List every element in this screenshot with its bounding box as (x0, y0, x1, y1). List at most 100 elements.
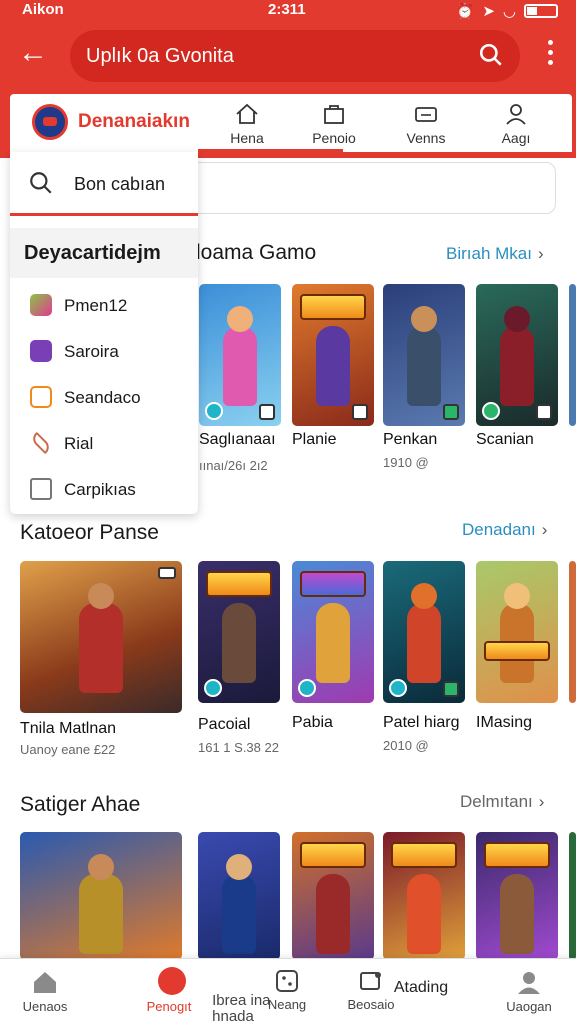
bottom-nav: Uenaos Penogıt Ibrea ina hnada Neang Beo… (0, 958, 576, 1024)
game-card-partial[interactable] (569, 284, 576, 426)
game-logo (484, 641, 550, 661)
game-card-partial[interactable] (569, 561, 576, 703)
secondary-search-field[interactable] (180, 162, 556, 214)
alarm-icon: ⏰ (455, 3, 475, 20)
verified-badge-icon (482, 402, 500, 420)
fire-icon[interactable] (158, 967, 186, 995)
game-card[interactable] (383, 284, 465, 426)
brand[interactable]: Denanaiakın (32, 104, 190, 140)
game-card-featured[interactable] (20, 832, 182, 960)
section-see-all-link[interactable]: Denadanı › (462, 520, 547, 540)
game-card[interactable] (476, 284, 558, 426)
grid-icon (276, 970, 298, 992)
game-title: IMasing (476, 714, 533, 731)
game-meta: 161 1 S.38 22 (198, 740, 279, 755)
tab-home[interactable]: Hena (207, 102, 287, 146)
brand-name: Denanaiakın (78, 111, 190, 132)
dropdown-item[interactable]: Seandaco (10, 374, 198, 420)
bottom-nav-home[interactable]: Uenaos (0, 969, 90, 1014)
game-character (316, 874, 350, 954)
more-vertical-icon[interactable] (548, 40, 554, 70)
game-card-featured[interactable] (20, 561, 182, 713)
wifi-icon: ◡ (502, 3, 516, 20)
game-character (407, 326, 441, 406)
section-title: Satiger Ahae (20, 793, 141, 816)
chevron-right-icon: › (538, 792, 545, 811)
chevron-right-icon: › (541, 520, 548, 539)
game-title: Saglıanaaı (199, 431, 276, 448)
game-logo (300, 842, 366, 868)
game-title: Scanian (476, 431, 534, 448)
chevron-right-icon: › (537, 244, 544, 263)
game-card[interactable] (292, 832, 374, 960)
rating-badge-icon (536, 404, 552, 420)
game-card[interactable] (199, 284, 281, 426)
back-arrow-icon[interactable]: ← (18, 38, 48, 68)
tab-label: Aagı (501, 130, 531, 146)
carrier-label: Aikon (22, 1, 64, 18)
pencil-icon (29, 431, 53, 455)
dropdown-item-label: Rial (64, 434, 94, 453)
game-title: Patel hiarg (383, 714, 460, 731)
dropdown-item-label: Carpikıas (64, 480, 136, 499)
game-card[interactable] (198, 832, 280, 960)
game-logo (300, 294, 366, 320)
section-title: loama Gamo (196, 241, 317, 264)
game-card[interactable] (198, 561, 280, 703)
ticket-icon (415, 107, 437, 122)
tab-events[interactable]: Venns (386, 102, 466, 146)
rating-badge-icon (443, 404, 459, 420)
search-icon[interactable] (478, 42, 504, 68)
dropdown-search[interactable]: Bon cabıan (10, 152, 198, 216)
dropdown-item[interactable]: Pmen12 (10, 282, 198, 328)
game-character (222, 874, 256, 954)
top-nav: Denanaiakın Hena Penoio Venns Aagı (10, 94, 572, 152)
rating-badge-icon (352, 404, 368, 420)
search-bar[interactable]: Uplık 0a Gvonita (70, 30, 520, 82)
game-card-partial[interactable] (569, 832, 576, 960)
game-logo (206, 571, 272, 597)
rating-badge-icon (259, 404, 275, 420)
game-card[interactable] (292, 284, 374, 426)
game-title: Penkan (383, 431, 438, 448)
bottom-nav-rating[interactable]: Atading (376, 979, 466, 997)
bottom-nav-profile[interactable]: Uaogan (484, 969, 574, 1014)
game-card[interactable] (292, 561, 374, 703)
store-icon (324, 105, 344, 124)
game-meta: Uanoy eane £22 (20, 742, 116, 757)
tab-store[interactable]: Penoio (294, 102, 374, 146)
bottom-nav-apps[interactable]: Neang (242, 969, 332, 1012)
user-icon (506, 104, 526, 125)
verified-badge-icon (298, 679, 316, 697)
game-character-head (227, 306, 253, 332)
game-meta: 2010 @ (383, 738, 429, 753)
game-card[interactable] (383, 832, 465, 960)
section-see-all-link[interactable]: Birıah Mkaı › (446, 244, 544, 264)
dropdown-item[interactable]: Saroira (10, 328, 198, 374)
tab-label: Hena (230, 130, 264, 146)
chat-icon (30, 340, 52, 362)
tab-account[interactable]: Aagı (476, 102, 556, 146)
dropdown-item[interactable]: Rial (10, 420, 198, 466)
game-character-head (226, 854, 252, 880)
game-card[interactable] (383, 561, 465, 703)
verified-badge-icon (205, 402, 223, 420)
game-title: Pacoial (198, 716, 251, 733)
dropdown-header: Deyacartidejm (10, 228, 198, 278)
game-character (316, 326, 350, 406)
section-see-all-link[interactable]: Delmıtanı › (460, 792, 544, 812)
apps-icon (30, 294, 52, 316)
home-icon (236, 103, 258, 124)
dropdown-item[interactable]: Carpikıas (10, 466, 198, 512)
game-meta: ıınaı/26ı 2ı2 (199, 458, 268, 473)
game-logo (391, 842, 457, 868)
dropdown-search-text: Bon cabıan (74, 174, 166, 194)
search-icon (30, 172, 52, 194)
game-card[interactable] (476, 832, 558, 960)
game-card[interactable] (476, 561, 558, 703)
app-bar: ← Uplık 0a Gvonita (0, 22, 576, 88)
dropdown-item-label: Pmen12 (64, 296, 128, 315)
home-icon (34, 972, 56, 993)
brand-logo-icon (32, 104, 68, 140)
section-title: Katoeor Panse (20, 521, 159, 544)
